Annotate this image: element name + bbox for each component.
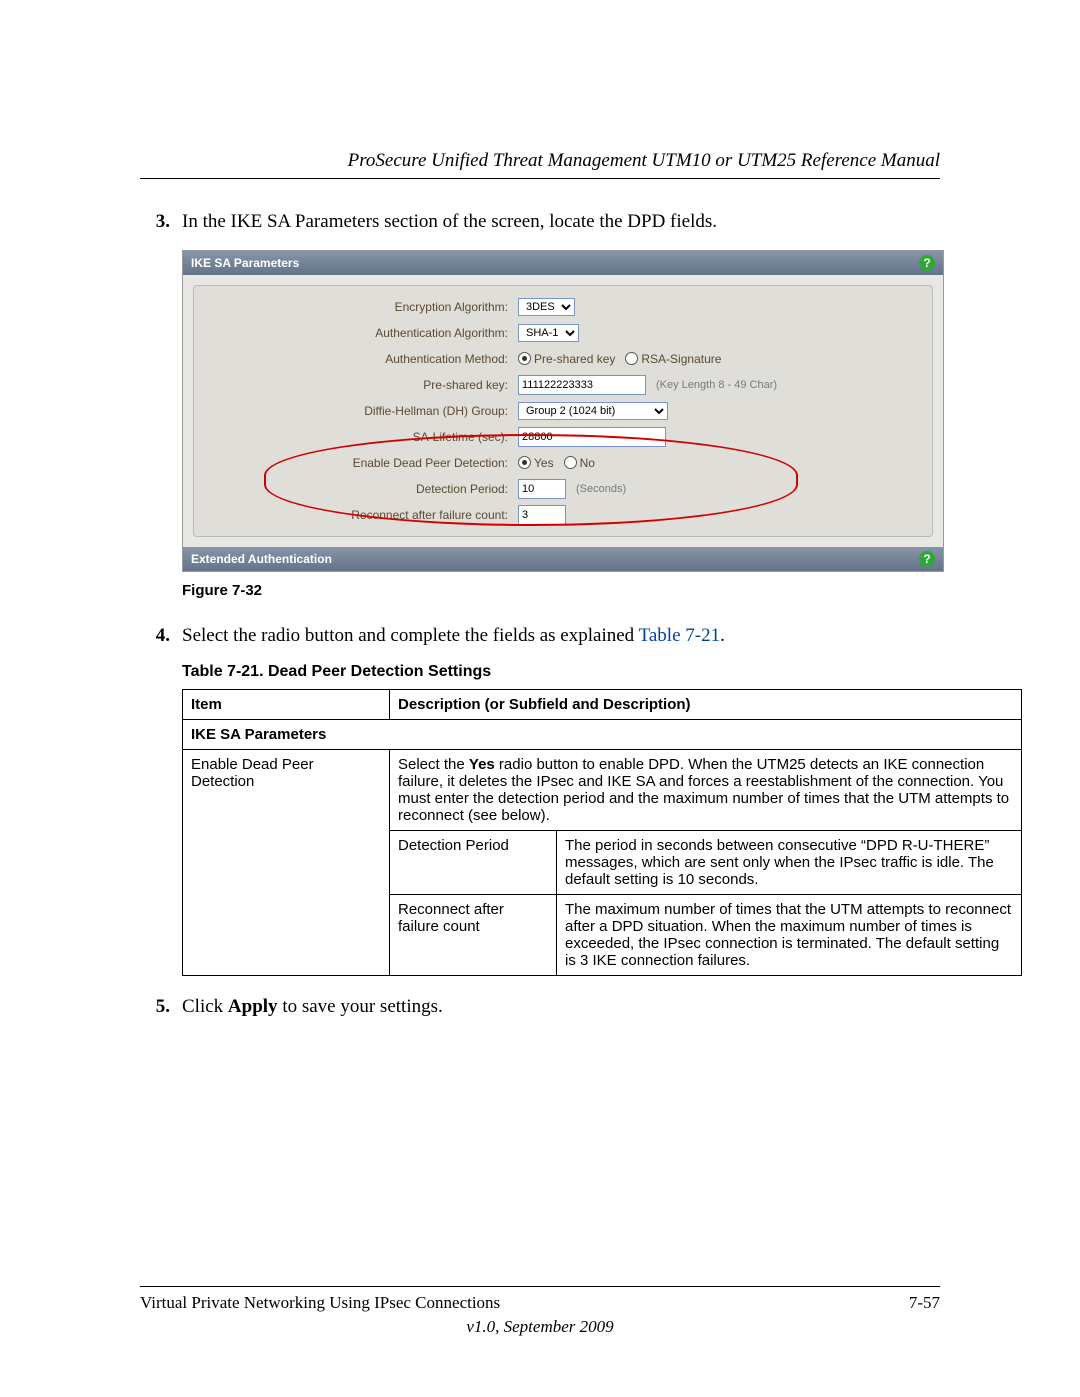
- dpd-reconnect-input[interactable]: [518, 505, 566, 525]
- step5-text: Click Apply to save your settings.: [182, 994, 940, 1021]
- table-7-21-link[interactable]: Table 7-21: [639, 625, 721, 646]
- dpd-period-input[interactable]: [518, 479, 566, 499]
- label-authalgo: Authentication Algorithm:: [248, 326, 518, 340]
- step4-text: Select the radio button and complete the…: [182, 623, 940, 650]
- footer-version: v1.0, September 2009: [140, 1317, 940, 1337]
- radio-dot-icon: [518, 456, 531, 469]
- seconds-hint: (Seconds): [576, 483, 626, 495]
- section-header: IKE SA Parameters: [183, 720, 1022, 750]
- label-enc: Encryption Algorithm:: [248, 300, 518, 314]
- psk-input[interactable]: [518, 375, 646, 395]
- label-psk: Pre-shared key:: [248, 378, 518, 392]
- dpd-settings-table: Item Description (or Subfield and Descri…: [182, 689, 1022, 976]
- label-dpd-enable: Enable Dead Peer Detection:: [248, 456, 518, 470]
- step3-text: In the IKE SA Parameters section of the …: [182, 209, 940, 236]
- radio-psk[interactable]: Pre-shared key: [518, 352, 615, 366]
- cell-desc: The period in seconds between consecutiv…: [557, 831, 1022, 895]
- authalgo-select[interactable]: SHA-1: [518, 324, 579, 342]
- label-authmethod: Authentication Method:: [248, 352, 518, 366]
- cell-desc: The maximum number of times that the UTM…: [557, 895, 1022, 976]
- step3-number: 3.: [140, 209, 182, 236]
- help-icon[interactable]: ?: [919, 255, 935, 271]
- step5-number: 5.: [140, 994, 182, 1021]
- ike-panel-title: IKE SA Parameters: [191, 256, 299, 270]
- label-dpd-reconnect: Reconnect after failure count:: [248, 508, 518, 522]
- footer-page: 7-57: [909, 1293, 940, 1313]
- cell-subfield: Detection Period: [390, 831, 557, 895]
- radio-dpd-yes[interactable]: Yes: [518, 456, 554, 470]
- encryption-select[interactable]: 3DES: [518, 298, 575, 316]
- label-dpd-period: Detection Period:: [248, 482, 518, 496]
- radio-dpd-no[interactable]: No: [564, 456, 595, 470]
- cell-item: Enable Dead Peer Detection: [183, 750, 390, 976]
- cell-subfield: Reconnect after failure count: [390, 895, 557, 976]
- label-dh: Diffie-Hellman (DH) Group:: [248, 404, 518, 418]
- th-desc: Description (or Subfield and Description…: [390, 690, 1022, 720]
- th-item: Item: [183, 690, 390, 720]
- radio-rsa[interactable]: RSA-Signature: [625, 352, 721, 366]
- help-icon[interactable]: ?: [919, 551, 935, 567]
- ext-panel-title: Extended Authentication: [191, 552, 332, 566]
- radio-dot-icon: [564, 456, 577, 469]
- figure-caption: Figure 7-32: [182, 582, 940, 599]
- step4-number: 4.: [140, 623, 182, 650]
- screenshot-figure: IKE SA Parameters ? Encryption Algorithm…: [182, 250, 940, 572]
- radio-dot-icon: [625, 352, 638, 365]
- footer-chapter: Virtual Private Networking Using IPsec C…: [140, 1293, 500, 1313]
- label-salife: SA-Lifetime (sec):: [248, 430, 518, 444]
- dh-select[interactable]: Group 2 (1024 bit): [518, 402, 668, 420]
- key-length-hint: (Key Length 8 - 49 Char): [656, 379, 777, 391]
- cell-desc: Select the Yes radio button to enable DP…: [390, 750, 1022, 831]
- table-caption: Table 7-21. Dead Peer Detection Settings: [182, 663, 940, 681]
- page-header: ProSecure Unified Threat Management UTM1…: [140, 150, 940, 179]
- radio-dot-icon: [518, 352, 531, 365]
- salife-input[interactable]: [518, 427, 666, 447]
